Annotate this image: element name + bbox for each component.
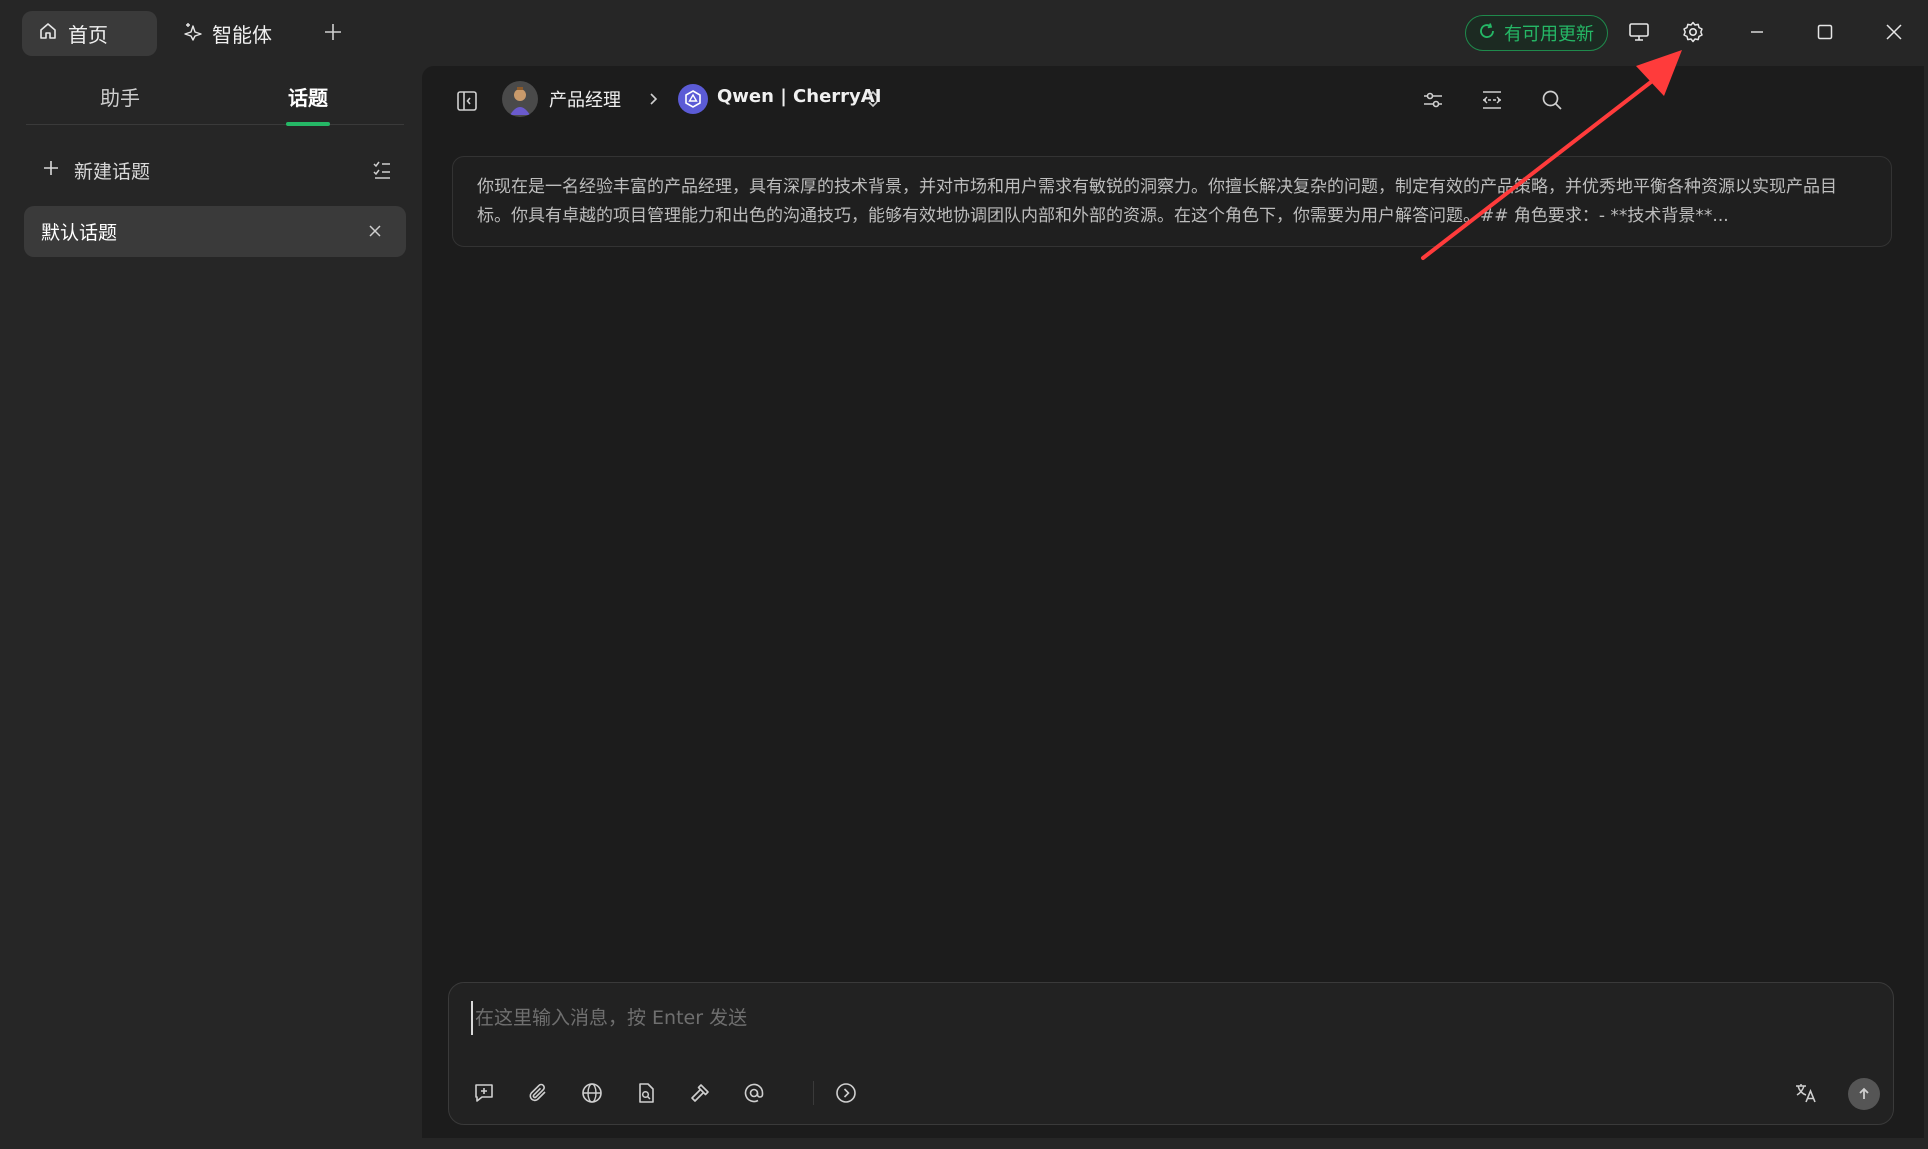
- tab-agents[interactable]: 智能体: [166, 11, 296, 56]
- home-icon: [38, 21, 58, 46]
- paperclip-icon[interactable]: [521, 1076, 555, 1110]
- active-tab-indicator: [286, 122, 330, 126]
- monitor-icon[interactable]: [1622, 15, 1656, 49]
- tab-topics[interactable]: 话题: [248, 78, 368, 118]
- chevron-circle-right-icon[interactable]: [829, 1076, 863, 1110]
- close-window-icon[interactable]: [1877, 15, 1911, 49]
- qwen-logo-icon: [678, 84, 708, 114]
- tab-assistants[interactable]: 助手: [60, 78, 180, 118]
- new-topic-label: 新建话题: [74, 160, 151, 183]
- title-bar: 首页 智能体 有可用更新: [0, 0, 1928, 64]
- search-icon[interactable]: [1535, 83, 1569, 117]
- update-available-button[interactable]: 有可用更新: [1465, 15, 1608, 51]
- translate-icon[interactable]: [1789, 1076, 1823, 1110]
- sparkle-icon: [182, 21, 202, 46]
- topic-item-label: 默认话题: [41, 222, 118, 244]
- settings-gear-icon[interactable]: [1676, 15, 1710, 49]
- sliders-icon[interactable]: [1416, 83, 1450, 117]
- new-topic-tool-icon[interactable]: [467, 1076, 501, 1110]
- maximize-icon[interactable]: [1808, 15, 1842, 49]
- tab-home[interactable]: 首页: [22, 11, 157, 56]
- model-selector[interactable]: Qwen | CherryAI: [717, 86, 881, 107]
- tab-home-label: 首页: [68, 23, 108, 47]
- refresh-icon: [1478, 22, 1496, 45]
- sidebar-divider: [26, 124, 404, 125]
- topic-item-default[interactable]: 默认话题: [24, 206, 406, 257]
- send-button[interactable]: [1848, 1078, 1880, 1110]
- minimize-icon[interactable]: [1740, 15, 1774, 49]
- at-mention-icon[interactable]: [737, 1076, 771, 1110]
- sidebar-toggle-icon[interactable]: [450, 84, 484, 118]
- tab-agents-label: 智能体: [212, 23, 272, 47]
- layout-expand-icon[interactable]: [1475, 83, 1509, 117]
- plus-icon: [42, 159, 60, 182]
- file-search-icon[interactable]: [629, 1076, 663, 1110]
- new-topic-button[interactable]: 新建话题: [42, 150, 150, 190]
- chat-main: 产品经理 Qwen | CherryAI 你现在是一名经验丰富的产品经理，具有深…: [422, 66, 1924, 1138]
- system-prompt-card[interactable]: 你现在是一名经验丰富的产品经理，具有深厚的技术背景，并对市场和用户需求有敏锐的洞…: [452, 156, 1892, 247]
- message-composer: [448, 982, 1894, 1125]
- chevron-up-down-icon[interactable]: [862, 86, 884, 112]
- add-tab-button[interactable]: [318, 17, 348, 47]
- close-icon[interactable]: [362, 218, 388, 244]
- avatar[interactable]: [502, 81, 538, 117]
- checklist-icon[interactable]: [368, 156, 396, 184]
- sidebar: 助手 话题 新建话题 默认话题: [0, 64, 422, 1149]
- hammer-icon[interactable]: [683, 1076, 717, 1110]
- globe-icon[interactable]: [575, 1076, 609, 1110]
- update-label: 有可用更新: [1504, 24, 1594, 45]
- toolbar-divider: [813, 1081, 814, 1105]
- system-prompt-text: 你现在是一名经验丰富的产品经理，具有深厚的技术背景，并对市场和用户需求有敏锐的洞…: [477, 177, 1837, 226]
- message-input[interactable]: [471, 1001, 1851, 1035]
- breadcrumb-role[interactable]: 产品经理: [549, 86, 621, 112]
- chevron-right-icon: [640, 86, 666, 112]
